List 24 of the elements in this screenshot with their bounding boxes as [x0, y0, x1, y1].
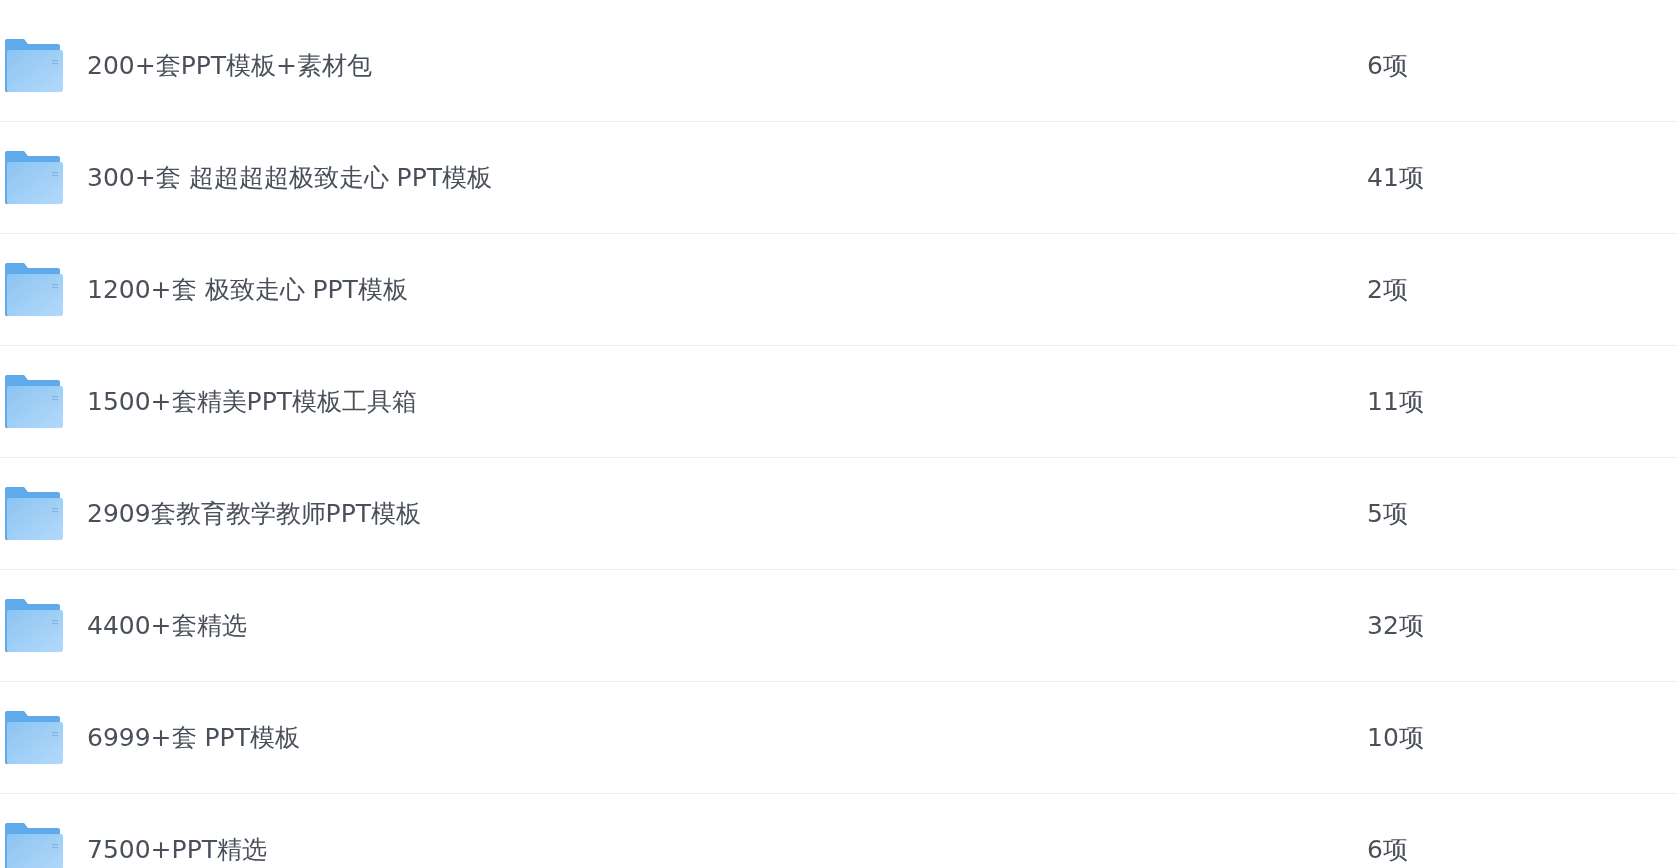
folder-name[interactable]: 2909套教育教学教师PPT模板	[87, 494, 1367, 533]
folder-icon	[5, 151, 63, 204]
item-count: 6项	[1367, 833, 1408, 866]
item-count: 32项	[1367, 609, 1424, 642]
folder-name[interactable]: 300+套 超超超超极致走心 PPT模板	[87, 158, 1367, 197]
folder-icon	[5, 711, 63, 764]
item-count: 11项	[1367, 385, 1424, 418]
folder-icon	[5, 599, 63, 652]
folder-name[interactable]: 1500+套精美PPT模板工具箱	[87, 382, 1367, 421]
item-count: 5项	[1367, 497, 1408, 530]
folder-icon	[5, 263, 63, 316]
folder-icon	[5, 375, 63, 428]
item-count: 2项	[1367, 273, 1408, 306]
folder-name[interactable]: 7500+PPT精选	[87, 830, 1367, 868]
folder-name[interactable]: 6999+套 PPT模板	[87, 718, 1367, 757]
folder-icon	[5, 487, 63, 540]
folder-name[interactable]: 1200+套 极致走心 PPT模板	[87, 270, 1367, 309]
item-count: 41项	[1367, 161, 1424, 194]
folder-icon	[5, 823, 63, 868]
folder-name[interactable]: 200+套PPT模板+素材包	[87, 46, 1367, 85]
folder-icon	[5, 39, 63, 92]
item-count: 10项	[1367, 721, 1424, 754]
item-count: 6项	[1367, 49, 1408, 82]
folder-name[interactable]: 4400+套精选	[87, 606, 1367, 645]
